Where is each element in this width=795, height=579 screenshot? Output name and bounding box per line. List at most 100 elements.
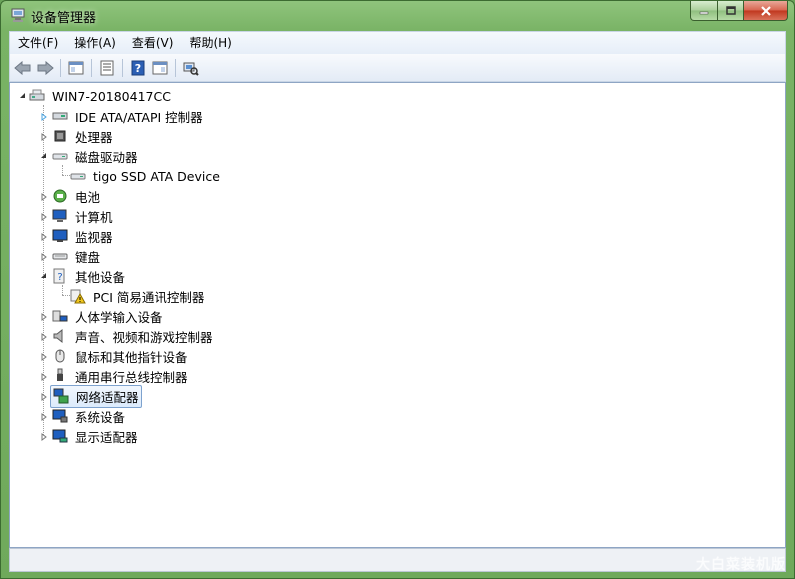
other-devices-icon: ?	[53, 268, 65, 284]
tree-item-computer[interactable]: 计算机	[38, 206, 115, 226]
tree-item-label: 计算机	[75, 209, 113, 225]
mouse-icon	[55, 349, 65, 363]
properties-icon	[100, 60, 114, 75]
tree-item-label: 键盘	[75, 249, 101, 265]
processor-icon	[54, 130, 66, 142]
expand-icon[interactable]	[39, 132, 48, 141]
tree-item-pci-controller[interactable]: PCI 简易通讯控制器	[70, 286, 206, 306]
device-manager-window: 设备管理器 文件(F) 操作(A) 查看(V) 帮助(H) ? WIN7-201…	[0, 0, 795, 579]
action-pane-icon	[152, 61, 168, 74]
tree-item-label: 磁盘驱动器	[75, 149, 138, 165]
toolbar-separator	[60, 58, 61, 77]
expand-icon[interactable]	[39, 212, 48, 221]
help-button[interactable]: ?	[127, 58, 149, 78]
tree-item-sound[interactable]: 声音、视频和游戏控制器	[38, 326, 215, 346]
tree-item-system-devices[interactable]: 系统设备	[38, 406, 127, 426]
tree-item-mouse[interactable]: 鼠标和其他指针设备	[38, 346, 190, 366]
menu-action[interactable]: 操作(A)	[66, 33, 124, 53]
tree-item-processor[interactable]: 处理器	[38, 126, 115, 146]
maximize-button[interactable]	[718, 1, 744, 21]
expand-icon[interactable]	[39, 252, 48, 261]
close-button[interactable]	[744, 1, 788, 21]
expand-icon[interactable]	[39, 332, 48, 341]
keyboard-icon	[52, 253, 68, 260]
scan-hardware-icon	[183, 62, 199, 76]
window-title: 设备管理器	[31, 11, 97, 26]
svg-text:?: ?	[135, 62, 141, 75]
toolbar: ?	[9, 54, 786, 82]
tree-root-node[interactable]: WIN7-20180417CC	[14, 86, 173, 106]
monitor-icon	[52, 229, 68, 242]
forward-arrow-icon	[37, 60, 54, 75]
properties-button[interactable]	[96, 58, 118, 78]
disk-icon	[70, 173, 86, 180]
tree-item-usb[interactable]: 通用串行总线控制器	[38, 366, 190, 386]
tree-item-ide-controller[interactable]: IDE ATA/ATAPI 控制器	[38, 106, 205, 126]
tree-item-label: PCI 简易通讯控制器	[93, 289, 205, 305]
minimize-icon	[699, 11, 709, 14]
tree-item-label: tigo SSD ATA Device	[93, 168, 220, 184]
tree-connector	[62, 285, 63, 295]
window-controls	[690, 1, 788, 21]
toolbar-separator	[91, 58, 92, 77]
tree-item-label: 处理器	[75, 129, 113, 145]
tree-item-network-adapters[interactable]: 网络适配器	[38, 384, 142, 408]
tree-item-other-devices[interactable]: ? 其他设备	[38, 266, 127, 286]
disk-drive-icon	[52, 153, 68, 160]
device-tree-pane[interactable]: WIN7-20180417CC IDE ATA/ATAPI 控制器 处理器 磁盘…	[9, 82, 786, 548]
back-button[interactable]	[12, 58, 34, 78]
tree-item-disk-device[interactable]: tigo SSD ATA Device	[70, 166, 222, 186]
forward-button[interactable]	[34, 58, 56, 78]
expand-icon[interactable]	[39, 412, 48, 421]
expand-icon[interactable]	[39, 232, 48, 241]
help-icon: ?	[131, 60, 145, 75]
watermark: 大白菜装机版	[696, 557, 786, 573]
tree-item-label: 显示适配器	[75, 429, 138, 445]
toolbar-separator	[122, 58, 123, 77]
tree-item-display-adapters[interactable]: 显示适配器	[38, 426, 140, 446]
title-bar[interactable]: 设备管理器	[1, 1, 794, 29]
tree-item-label: 通用串行总线控制器	[75, 369, 188, 385]
tree-connector	[62, 165, 63, 175]
menu-help[interactable]: 帮助(H)	[181, 33, 239, 53]
minimize-button[interactable]	[690, 1, 718, 21]
menu-bar: 文件(F) 操作(A) 查看(V) 帮助(H)	[9, 31, 786, 55]
menu-view[interactable]: 查看(V)	[124, 33, 182, 53]
maximize-icon	[725, 6, 736, 15]
usb-icon	[57, 368, 63, 381]
ide-controller-icon	[52, 112, 68, 120]
tree-item-label: 系统设备	[75, 409, 126, 425]
device-manager-app-icon	[11, 8, 25, 22]
display-adapter-icon	[52, 429, 68, 443]
action-pane-button[interactable]	[149, 58, 171, 78]
tree-item-disk-drives[interactable]: 磁盘驱动器	[38, 146, 140, 166]
collapse-icon[interactable]	[39, 271, 48, 280]
tree-item-battery[interactable]: 电池	[38, 186, 102, 206]
collapse-icon[interactable]	[39, 151, 48, 160]
tree-item-monitor[interactable]: 监视器	[38, 226, 115, 246]
expand-icon[interactable]	[39, 192, 48, 201]
svg-text:?: ?	[57, 272, 62, 283]
console-tree-button[interactable]	[65, 58, 87, 78]
expand-icon[interactable]	[39, 392, 48, 401]
tree-item-label: 电池	[75, 189, 101, 205]
selection-highlight: 网络适配器	[50, 384, 142, 408]
expand-icon[interactable]	[39, 372, 48, 381]
expand-icon[interactable]	[39, 432, 48, 441]
tree-item-keyboard[interactable]: 键盘	[38, 246, 102, 266]
tree-item-hid[interactable]: 人体学输入设备	[38, 306, 165, 326]
warning-device-icon	[70, 289, 86, 304]
battery-icon	[53, 189, 67, 203]
scan-hardware-button[interactable]	[180, 58, 202, 78]
hid-icon	[52, 310, 68, 322]
back-arrow-icon	[14, 60, 31, 75]
expand-icon[interactable]	[39, 112, 48, 121]
menu-file[interactable]: 文件(F)	[10, 33, 66, 53]
collapse-icon[interactable]	[18, 91, 27, 100]
system-device-icon	[52, 409, 68, 423]
tree-item-label: 监视器	[75, 229, 113, 245]
close-icon	[760, 5, 771, 16]
tree-item-label: 其他设备	[75, 269, 126, 285]
expand-icon[interactable]	[39, 352, 48, 361]
expand-icon[interactable]	[39, 312, 48, 321]
